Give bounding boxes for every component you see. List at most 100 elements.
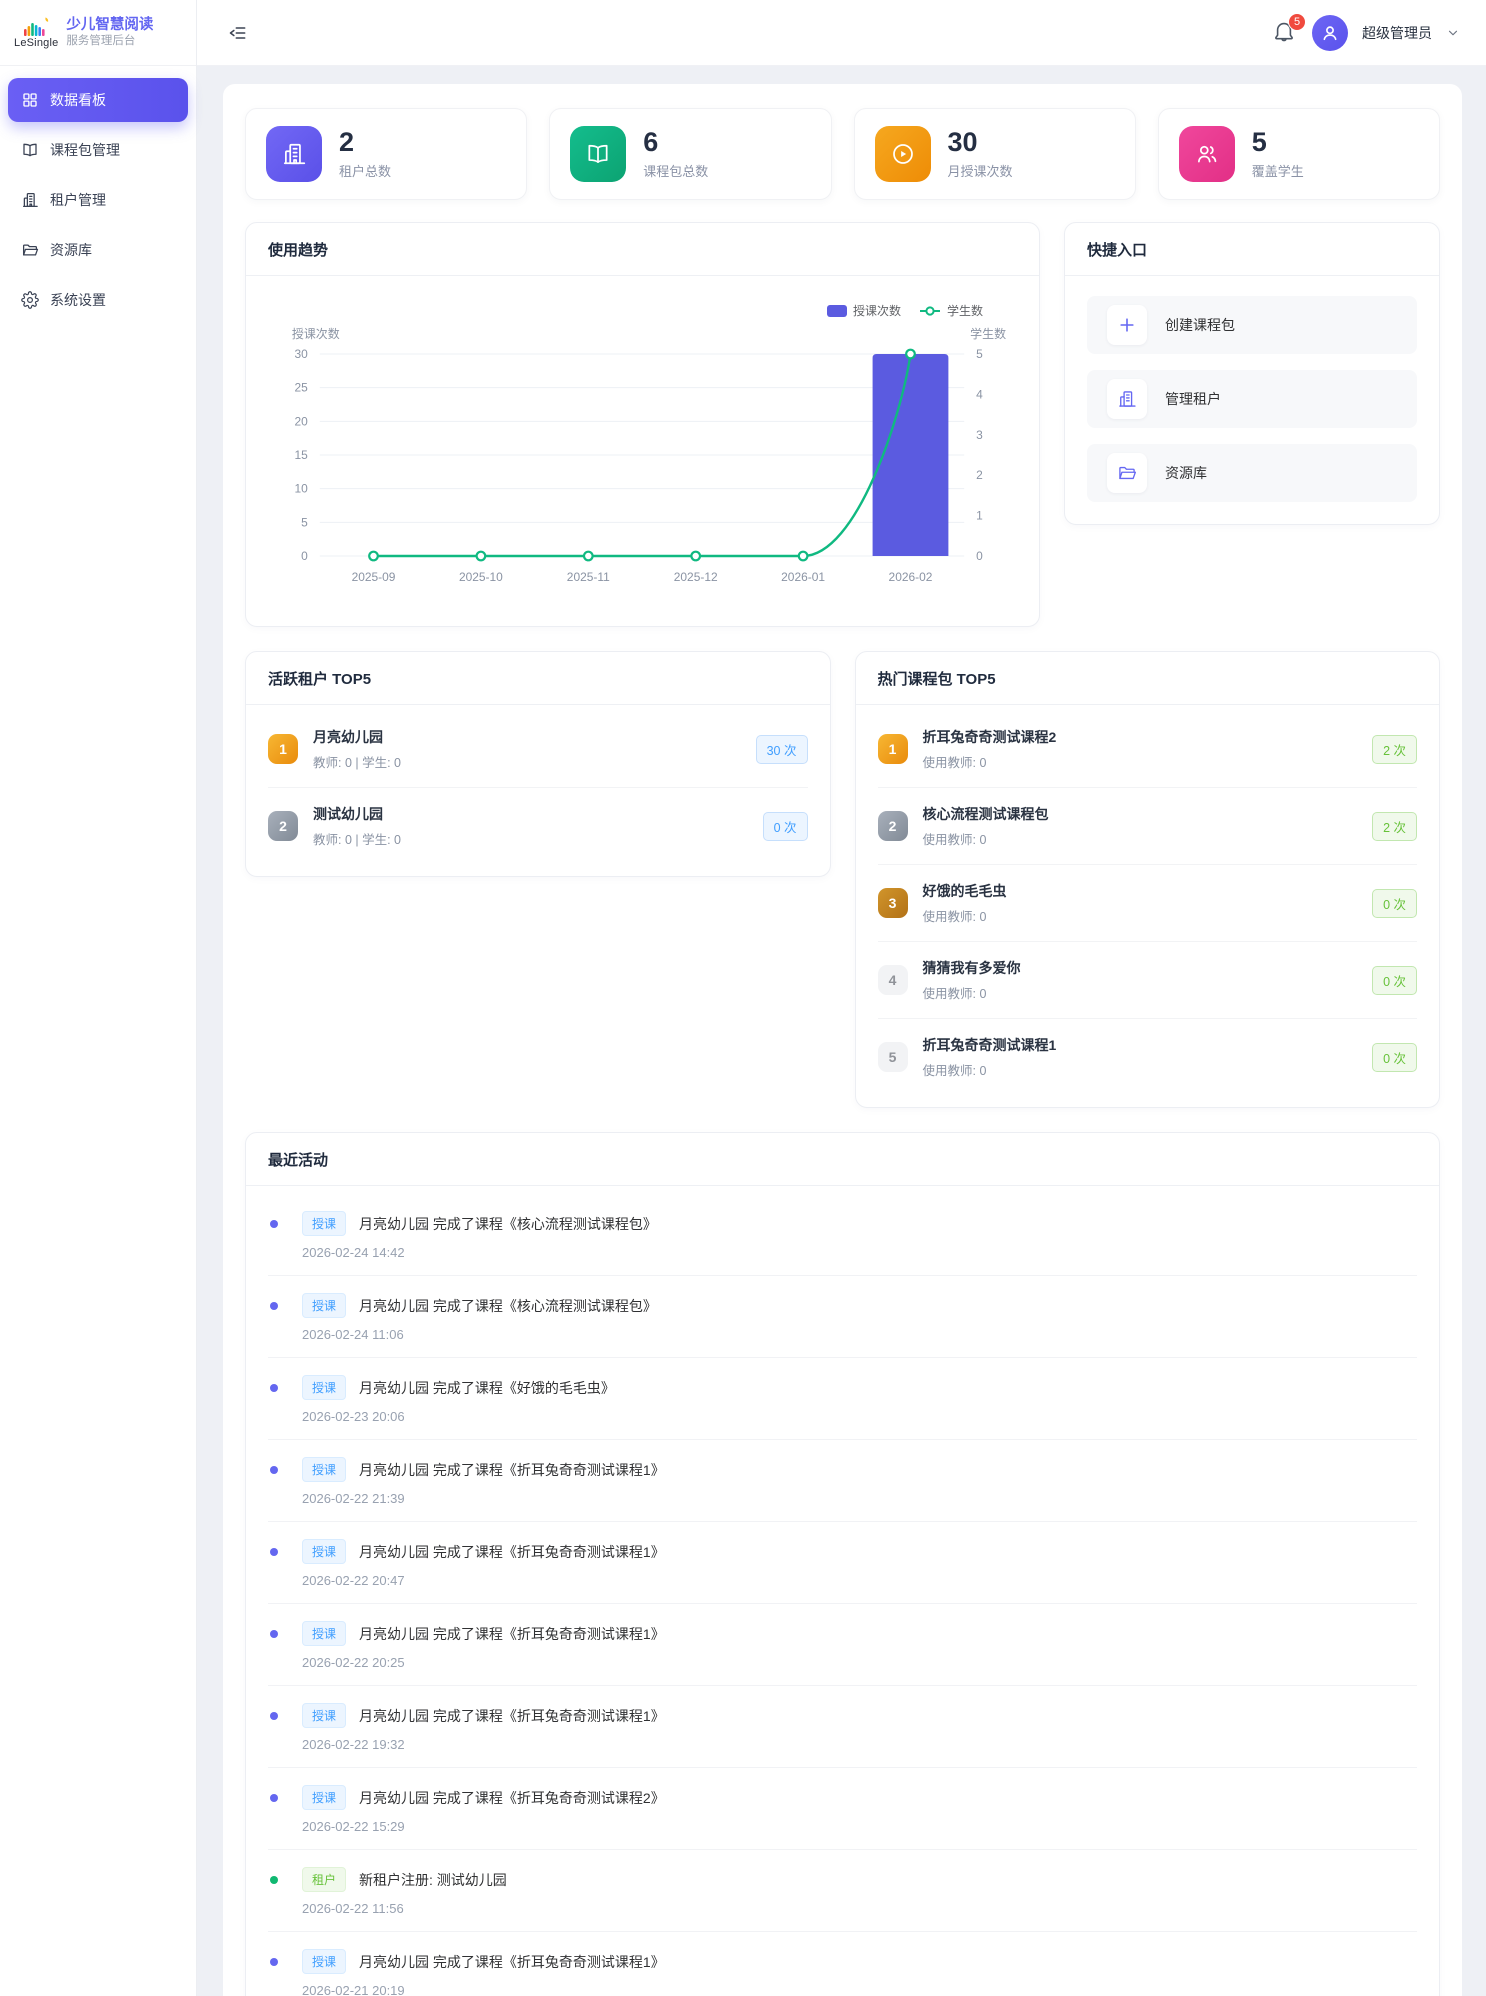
stats-row: 2 租户总数 6 课程包总数	[245, 108, 1440, 200]
activity-text: 月亮幼儿园 完成了课程《核心流程测试课程包》	[359, 1214, 657, 1234]
count-badge: 0 次	[1372, 966, 1417, 995]
activity-type-badge: 授课	[302, 1457, 346, 1482]
rank-badge: 4	[878, 965, 908, 995]
brand-logo: LeSingle	[14, 16, 58, 49]
stat-value: 2	[339, 128, 391, 158]
item-sub: 教师: 0 | 学生: 0	[313, 829, 401, 848]
play-circle-icon	[875, 126, 931, 182]
legend-item[interactable]: 授课次数	[827, 302, 901, 319]
sidebar-item-dashboard[interactable]: 数据看板	[8, 78, 188, 122]
notification-count-badge: 5	[1288, 13, 1306, 31]
count-badge: 0 次	[763, 812, 808, 841]
sidebar-item-tenants[interactable]: 租户管理	[8, 178, 188, 222]
list-item: 3 好饿的毛毛虫 使用教师: 0 0 次	[878, 864, 1418, 941]
svg-text:2: 2	[976, 468, 983, 482]
svg-text:1: 1	[976, 509, 983, 523]
rank-badge: 3	[878, 888, 908, 918]
dashboard-container: 2 租户总数 6 课程包总数	[223, 84, 1462, 1996]
activity-item: 授课 月亮幼儿园 完成了课程《折耳兔奇奇测试课程1》 2026-02-21 20…	[268, 1932, 1417, 1996]
sidebar-item-label: 数据看板	[50, 90, 106, 110]
person-icon	[1319, 22, 1341, 44]
activity-type-badge: 授课	[302, 1621, 346, 1646]
activity-text: 月亮幼儿园 完成了课程《折耳兔奇奇测试课程1》	[359, 1952, 665, 1972]
activity-time: 2026-02-22 15:29	[302, 1819, 1417, 1834]
activity-dot	[270, 1630, 278, 1638]
svg-text:5: 5	[976, 347, 983, 361]
activity-main: 授课 月亮幼儿园 完成了课程《折耳兔奇奇测试课程1》	[268, 1457, 1417, 1482]
activity-item: 授课 月亮幼儿园 完成了课程《好饿的毛毛虫》 2026-02-23 20:06	[268, 1358, 1417, 1440]
svg-text:25: 25	[295, 381, 309, 395]
stat-card-monthly-lessons: 30 月授课次数	[854, 108, 1136, 200]
svg-text:2025-11: 2025-11	[567, 570, 610, 584]
count-badge: 2 次	[1372, 812, 1417, 841]
list-item: 1 折耳兔奇奇测试课程2 使用教师: 0 2 次	[878, 711, 1418, 787]
notifications-button[interactable]: 5	[1272, 20, 1298, 46]
rank-badge: 2	[268, 811, 298, 841]
avatar[interactable]	[1312, 15, 1348, 51]
legend-item[interactable]: 学生数	[919, 302, 983, 319]
stat-card-course-packages: 6 课程包总数	[549, 108, 831, 200]
card-title: 快捷入口	[1065, 223, 1439, 276]
activity-type-badge: 授课	[302, 1785, 346, 1810]
stat-card-tenants: 2 租户总数	[245, 108, 527, 200]
activity-text: 月亮幼儿园 完成了课程《折耳兔奇奇测试课程1》	[359, 1706, 665, 1726]
building-icon	[21, 191, 39, 209]
user-menu-toggle[interactable]	[1446, 26, 1460, 40]
quick-link-resources[interactable]: 资源库	[1087, 444, 1417, 502]
activity-time: 2026-02-22 21:39	[302, 1491, 1417, 1506]
item-sub: 使用教师: 0	[923, 906, 1007, 925]
activity-dot	[270, 1876, 278, 1884]
list-item: 1 月亮幼儿园 教师: 0 | 学生: 0 30 次	[268, 711, 808, 787]
item-name: 折耳兔奇奇测试课程1	[923, 1035, 1057, 1055]
rank-badge: 1	[268, 734, 298, 764]
activity-item: 授课 月亮幼儿园 完成了课程《核心流程测试课程包》 2026-02-24 14:…	[268, 1194, 1417, 1276]
quick-link-manage-tenants[interactable]: 管理租户	[1087, 370, 1417, 428]
item-info: 测试幼儿园 教师: 0 | 学生: 0	[313, 804, 401, 848]
activity-dot	[270, 1220, 278, 1228]
sidebar-item-course-packages[interactable]: 课程包管理	[8, 128, 188, 172]
activity-time: 2026-02-22 11:56	[302, 1901, 1417, 1916]
activity-type-badge: 租户	[302, 1867, 346, 1892]
app-root: LeSingle 少儿智慧阅读 服务管理后台 数据看板 课程包管理	[0, 0, 1486, 1996]
rank-badge: 1	[878, 734, 908, 764]
list-item: 4 猜猜我有多爱你 使用教师: 0 0 次	[878, 941, 1418, 1018]
username: 超级管理员	[1362, 23, 1432, 43]
item-sub: 使用教师: 0	[923, 1060, 1057, 1079]
item-info: 折耳兔奇奇测试课程1 使用教师: 0	[923, 1035, 1057, 1079]
active-tenants-list: 1 月亮幼儿园 教师: 0 | 学生: 0 30 次 2 测试幼儿园 教师: 0…	[246, 705, 830, 876]
activity-time: 2026-02-22 19:32	[302, 1737, 1417, 1752]
folder-icon	[21, 241, 39, 259]
item-info: 核心流程测试课程包 使用教师: 0	[923, 804, 1049, 848]
chevron-down-icon	[1446, 26, 1460, 40]
count-badge: 0 次	[1372, 1043, 1417, 1072]
activity-item: 授课 月亮幼儿园 完成了课程《折耳兔奇奇测试课程1》 2026-02-22 19…	[268, 1686, 1417, 1768]
activity-item: 授课 月亮幼儿园 完成了课程《折耳兔奇奇测试课程2》 2026-02-22 15…	[268, 1768, 1417, 1850]
activity-type-badge: 授课	[302, 1949, 346, 1974]
svg-text:3: 3	[976, 428, 983, 442]
item-name: 折耳兔奇奇测试课程2	[923, 727, 1057, 747]
activity-dot	[270, 1548, 278, 1556]
activity-text: 月亮幼儿园 完成了课程《折耳兔奇奇测试课程1》	[359, 1624, 665, 1644]
quick-link-create-course[interactable]: 创建课程包	[1087, 296, 1417, 354]
sidebar-item-settings[interactable]: 系统设置	[8, 278, 188, 322]
stat-label: 覆盖学生	[1252, 161, 1304, 180]
list-item: 2 测试幼儿园 教师: 0 | 学生: 0 0 次	[268, 787, 808, 864]
activity-main: 授课 月亮幼儿园 完成了课程《折耳兔奇奇测试课程2》	[268, 1785, 1417, 1810]
item-sub: 教师: 0 | 学生: 0	[313, 752, 401, 771]
card-title: 使用趋势	[246, 223, 1039, 276]
item-sub: 使用教师: 0	[923, 829, 1049, 848]
building-icon	[1107, 379, 1147, 419]
activity-time: 2026-02-21 20:19	[302, 1983, 1417, 1996]
logo-area: LeSingle 少儿智慧阅读 服务管理后台	[0, 0, 196, 66]
activity-text: 月亮幼儿园 完成了课程《折耳兔奇奇测试课程1》	[359, 1460, 665, 1480]
sidebar-collapse-button[interactable]	[225, 20, 251, 46]
users-icon	[1179, 126, 1235, 182]
quick-link-label: 资源库	[1165, 463, 1207, 483]
activity-type-badge: 授课	[302, 1293, 346, 1318]
legend-label: 学生数	[947, 302, 983, 319]
topbar: 5 超级管理员	[197, 0, 1486, 66]
activity-item: 授课 月亮幼儿园 完成了课程《核心流程测试课程包》 2026-02-24 11:…	[268, 1276, 1417, 1358]
stat-value: 5	[1252, 128, 1304, 158]
sidebar-item-resources[interactable]: 资源库	[8, 228, 188, 272]
svg-text:20: 20	[295, 414, 309, 428]
